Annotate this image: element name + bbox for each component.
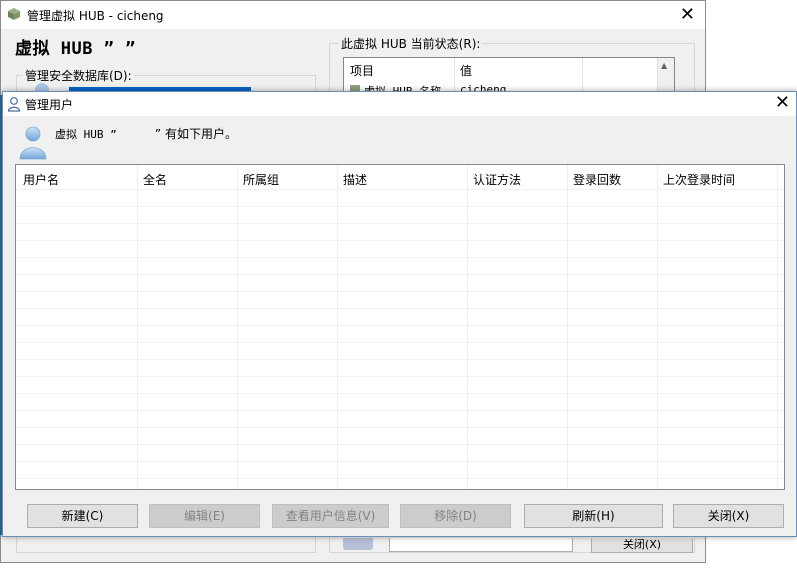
grid-line [16,206,784,207]
grid-line [16,189,784,190]
dialog-title: 管理用户 [25,98,74,112]
column-divider [582,58,583,92]
close-icon[interactable]: ✕ [680,4,695,25]
scrollbar[interactable]: ▲ [657,58,674,92]
column-header-fullname[interactable]: 全名 [143,171,167,188]
grid-line [16,427,784,428]
new-user-button[interactable]: 新建(C) [27,504,138,528]
column-header-login-count[interactable]: 登录回数 [573,171,621,188]
column-header-username[interactable]: 用户名 [23,171,59,188]
info-suffix: ” 有如下用户。 [154,127,237,141]
user-icon [19,126,47,160]
column-divider [337,165,338,489]
users-list[interactable]: 用户名 全名 所属组 描述 认证方法 登录回数 上次登录时间 [15,164,785,490]
security-database-label: 管理安全数据库(D): [23,67,134,84]
column-divider [237,165,238,489]
column-header-description[interactable]: 描述 [343,171,367,188]
column-divider [467,165,468,489]
dialog-titlebar: 管理用户 ✕ [3,92,796,116]
grid-line [16,342,784,343]
users-list-header: 用户名 全名 所属组 描述 认证方法 登录回数 上次登录时间 [16,165,784,189]
status-column-item[interactable]: 项目 [350,62,374,79]
grid-line [16,291,784,292]
grid-line [16,461,784,462]
desktop-area [706,0,797,95]
grid-line [16,410,784,411]
users-info-text: 虚拟 HUB ” ” 有如下用户。 [55,125,237,142]
cube-icon [8,8,20,20]
background-field [389,538,573,552]
manage-users-dialog: 管理用户 ✕ 虚拟 HUB ” ” 有如下用户。 用户名 全名 所属组 描述 认… [2,91,797,537]
grid-line [16,393,784,394]
close-icon[interactable]: ✕ [775,92,790,113]
column-divider [657,165,658,489]
grid-line [16,223,784,224]
info-prefix: 虚拟 HUB ” [55,128,117,141]
grid-line [16,325,784,326]
grid-line [16,376,784,377]
hub-status-list[interactable]: 项目 值 虚拟 HUB 名称 cicheng ▲ [343,57,675,93]
status-column-value[interactable]: 值 [460,62,472,79]
refresh-button[interactable]: 刷新(H) [524,504,663,528]
grid-line [16,240,784,241]
grid-line [16,444,784,445]
grid-line [16,478,784,479]
background-window-title: 管理虚拟 HUB - cicheng [27,9,164,23]
hub-heading: 虚拟 HUB ” ” [15,39,136,59]
column-header-last-login[interactable]: 上次登录时间 [663,171,735,188]
column-divider [777,165,778,489]
background-close-button[interactable]: 关闭(X) [591,539,693,553]
grid-line [16,274,784,275]
column-divider [567,165,568,489]
column-divider [137,165,138,489]
column-header-auth-method[interactable]: 认证方法 [473,171,521,188]
grid-line [16,359,784,360]
column-header-group[interactable]: 所属组 [243,171,279,188]
hub-status-label: 此虚拟 HUB 当前状态(R): [339,35,483,52]
close-button[interactable]: 关闭(X) [673,504,784,528]
user-icon [7,97,21,112]
view-user-info-button[interactable]: 查看用户信息(V) [272,504,389,528]
remove-user-button[interactable]: 移除(D) [400,504,511,528]
background-titlebar: 管理虚拟 HUB - cicheng ✕ [1,1,705,29]
scroll-up-icon[interactable]: ▲ [661,61,667,70]
hub-icon [343,538,373,550]
grid-line [16,308,784,309]
grid-line [16,257,784,258]
edit-user-button[interactable]: 编辑(E) [149,504,260,528]
column-divider [454,58,455,92]
